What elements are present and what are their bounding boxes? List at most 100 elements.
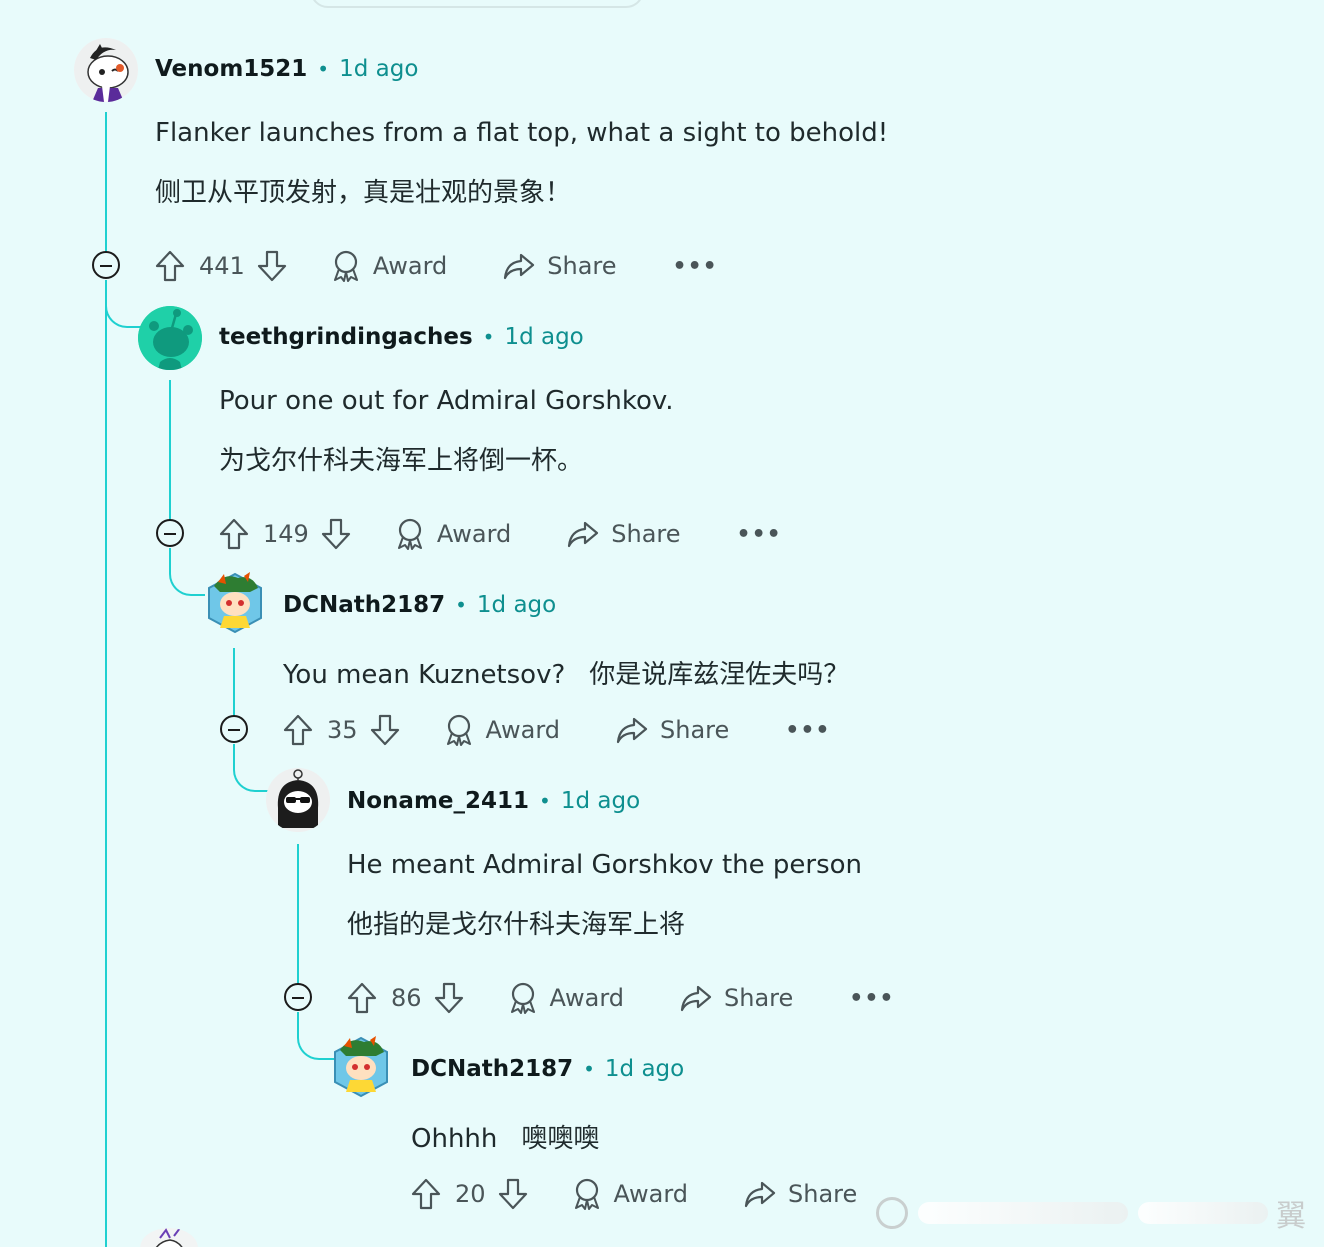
comment-actions: 441 Award Share ••• [155, 246, 718, 286]
share-button[interactable]: Share [616, 715, 729, 745]
award-ribbon-icon [446, 714, 471, 746]
upvote-arrow-icon [155, 250, 185, 282]
timestamp[interactable]: 1d ago [605, 1056, 684, 1082]
share-label: Share [611, 520, 681, 548]
award-ribbon-icon [333, 250, 358, 282]
timestamp[interactable]: 1d ago [477, 592, 556, 618]
vote-count: 441 [199, 252, 245, 280]
more-options-button[interactable]: ••• [737, 522, 782, 547]
comment-meta: DCNath2187 • 1d ago [283, 592, 556, 618]
timestamp[interactable]: 1d ago [504, 324, 583, 350]
award-ribbon-icon [574, 1178, 599, 1210]
comment-thread: Venom1521 • 1d ago Flanker launches from… [0, 0, 1324, 1247]
upvote-button[interactable] [411, 1178, 441, 1210]
collapse-thread-button[interactable] [220, 715, 248, 743]
downvote-arrow-icon [498, 1178, 527, 1210]
award-label: Award [613, 1180, 689, 1208]
vote-count: 86 [391, 984, 422, 1012]
award-button[interactable]: Award [444, 714, 560, 746]
hex-snoo-avatar-icon [208, 572, 262, 634]
weibo-logo-icon [876, 1197, 908, 1229]
share-button[interactable]: Share [680, 983, 793, 1013]
thread-line-level-3[interactable] [233, 648, 235, 716]
more-options-button[interactable]: ••• [785, 718, 830, 743]
comment-actions: 20 Award Share [411, 1174, 857, 1214]
downvote-arrow-icon [257, 250, 286, 282]
comment-text: You mean Kuznetsov? 你是说库兹涅佐夫吗？ [283, 654, 849, 691]
more-options-button[interactable]: ••• [849, 986, 894, 1011]
meta-separator: • [317, 57, 330, 81]
meta-separator: • [482, 325, 495, 349]
share-label: Share [788, 1180, 858, 1208]
sunglasses-snoo-avatar-icon [266, 768, 330, 832]
username[interactable]: Noname_2411 [347, 788, 529, 814]
avatar[interactable] [74, 38, 138, 102]
award-label: Award [372, 252, 448, 280]
award-label: Award [549, 984, 625, 1012]
comment-text-zh: 你是说库兹涅佐夫吗？ [589, 660, 850, 690]
award-ribbon-icon [510, 982, 535, 1014]
share-arrow-icon [680, 985, 712, 1012]
avatar[interactable] [266, 768, 330, 832]
downvote-button[interactable] [370, 714, 400, 746]
avatar[interactable] [330, 1036, 392, 1098]
upvote-button[interactable] [219, 518, 249, 550]
avatar[interactable] [140, 1228, 198, 1247]
upvote-button[interactable] [155, 250, 185, 282]
award-button[interactable]: Award [395, 518, 511, 550]
collapse-thread-button[interactable] [284, 983, 312, 1011]
share-arrow-icon [568, 521, 599, 548]
thread-elbow-3 [169, 548, 205, 596]
upvote-button[interactable] [347, 982, 377, 1014]
watermark-text: 翼 [1276, 1199, 1306, 1234]
username[interactable]: DCNath2187 [283, 592, 445, 618]
username[interactable]: DCNath2187 [411, 1056, 573, 1082]
avatar[interactable] [138, 306, 202, 370]
thread-line-level-4[interactable] [297, 844, 299, 984]
award-button[interactable]: Award [572, 1178, 688, 1210]
share-arrow-icon [504, 253, 535, 280]
meta-separator: • [539, 789, 551, 813]
top-search-pill[interactable] [310, 0, 644, 8]
snoo-avatar-icon [155, 1228, 183, 1247]
comment-text-en: He meant Admiral Gorshkov the person [347, 850, 863, 880]
award-button[interactable]: Award [331, 250, 447, 282]
timestamp[interactable]: 1d ago [339, 56, 418, 82]
downvote-button[interactable] [321, 518, 351, 550]
more-options-button[interactable]: ••• [673, 254, 718, 279]
comment-actions: 35 Award Share ••• [283, 710, 830, 750]
collapse-thread-button[interactable] [156, 519, 184, 547]
watermark-bar [1138, 1202, 1268, 1224]
award-label: Award [436, 520, 512, 548]
comment-actions: 149 Award Share ••• [219, 514, 782, 554]
hex-snoo-avatar-icon [334, 1036, 388, 1098]
comment-text-zh: 侧卫从平顶发射，真是壮观的景象！ [155, 178, 572, 208]
share-button[interactable]: Share [503, 251, 617, 281]
award-ribbon-icon [397, 518, 422, 550]
timestamp[interactable]: 1d ago [561, 788, 640, 814]
downvote-button[interactable] [498, 1178, 528, 1210]
share-arrow-icon [744, 1181, 776, 1208]
comment-meta: Noname_2411 • 1d ago [347, 788, 640, 814]
default-snoo-avatar-icon [138, 306, 202, 370]
upvote-arrow-icon [411, 1178, 441, 1210]
comment-meta: Venom1521 • 1d ago [155, 56, 418, 82]
thread-line-level-2[interactable] [169, 380, 171, 520]
username[interactable]: teethgrindingaches [219, 324, 473, 350]
thread-line-level-1-continued[interactable] [105, 280, 107, 1247]
share-button[interactable]: Share [567, 519, 681, 549]
upvote-button[interactable] [283, 714, 313, 746]
avatar[interactable] [204, 572, 266, 634]
thread-line-level-1[interactable] [105, 112, 107, 252]
share-button[interactable]: Share [744, 1179, 857, 1209]
award-button[interactable]: Award [508, 982, 624, 1014]
downvote-button[interactable] [257, 250, 287, 282]
collapse-thread-button[interactable] [92, 251, 120, 279]
share-label: Share [660, 716, 730, 744]
downvote-button[interactable] [434, 982, 464, 1014]
share-arrow-icon [616, 717, 648, 744]
comment-actions: 86 Award Share ••• [347, 978, 894, 1018]
watermark: 翼 [876, 1190, 1324, 1236]
thread-elbow-4 [233, 744, 269, 792]
username[interactable]: Venom1521 [155, 56, 307, 82]
